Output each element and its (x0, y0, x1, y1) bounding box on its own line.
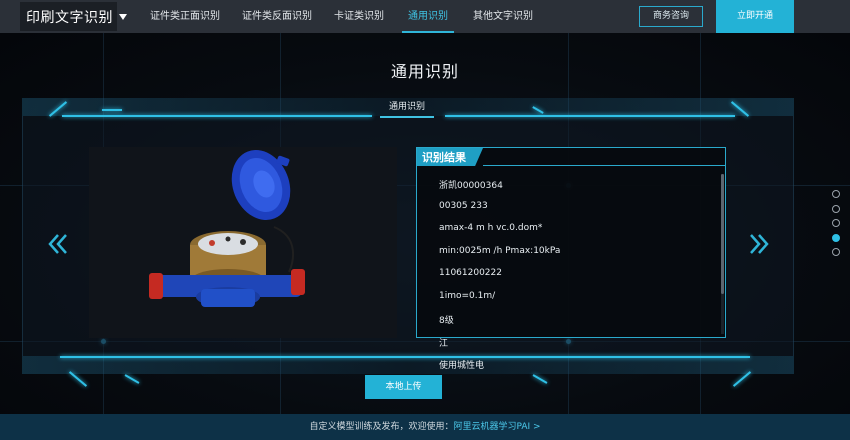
frame-top-line-right (445, 115, 735, 117)
product-title: 印刷文字识别 (26, 9, 113, 26)
carousel-dot[interactable] (832, 219, 840, 227)
carousel-dot[interactable] (832, 248, 840, 256)
double-chevron-right-icon (750, 234, 769, 254)
result-line: 1imo=0.1m/ (439, 290, 496, 301)
tab-id-back[interactable]: 证件类反面识别 (242, 0, 312, 33)
sub-tab-general[interactable]: 通用识别 (380, 99, 434, 118)
water-meter-image (149, 150, 305, 307)
result-panel: 识别结果 浙凯00000364 00305 233 amax-4 m h vc.… (416, 147, 726, 371)
sample-image-panel (89, 147, 397, 338)
result-title: 识别结果 (422, 151, 466, 164)
consult-button[interactable]: 商务咨询 (639, 6, 703, 27)
result-list: 浙凯00000364 00305 233 amax-4 m h vc.0.dom… (439, 178, 709, 381)
top-nav: 印刷文字识别 证件类正面识别 证件类反面识别 卡证类识别 通用识别 其他文字识别… (0, 0, 850, 33)
tab-general[interactable]: 通用识别 (402, 0, 454, 33)
tab-card[interactable]: 卡证类识别 (334, 0, 384, 33)
result-line: 8级 (439, 316, 454, 326)
frame-top-line-left (62, 115, 372, 117)
double-chevron-left-icon (48, 234, 67, 254)
footer-text: 自定义模型训练及发布，欢迎使用： (309, 422, 454, 432)
footer-bar: 自定义模型训练及发布，欢迎使用：阿里云机器学习PAI > (0, 414, 850, 440)
result-line: 00305 233 (439, 200, 488, 211)
pai-link[interactable]: 阿里云机器学习PAI > (453, 422, 540, 432)
carousel-dot[interactable] (832, 190, 840, 198)
result-line: 使用城性电 (439, 361, 485, 371)
caret-down-icon (119, 13, 127, 20)
result-line: amax-4 m h vc.0.dom* (439, 223, 543, 233)
result-scrollbar[interactable] (721, 174, 724, 334)
result-line: 11061200222 (439, 268, 502, 278)
product-dropdown[interactable]: 印刷文字识别 (20, 2, 127, 31)
open-now-button[interactable]: 立即开通 (716, 0, 794, 33)
page-title: 通用识别 (390, 62, 459, 81)
tab-id-front[interactable]: 证件类正面识别 (150, 0, 220, 33)
result-line: min:0025m /h Pmax:10kPa (439, 245, 561, 256)
next-arrow-button[interactable] (748, 232, 770, 256)
carousel-dot[interactable] (832, 204, 840, 213)
carousel-dot-active[interactable] (832, 233, 840, 242)
local-upload-button[interactable]: 本地上传 (365, 375, 442, 399)
prev-arrow-button[interactable] (47, 232, 69, 256)
scrollbar-thumb[interactable] (721, 174, 724, 294)
tab-other-text[interactable]: 其他文字识别 (473, 0, 533, 33)
carousel-dots (832, 190, 842, 263)
result-line: 浙凯00000364 (439, 181, 503, 191)
result-line: 江 (439, 338, 449, 349)
